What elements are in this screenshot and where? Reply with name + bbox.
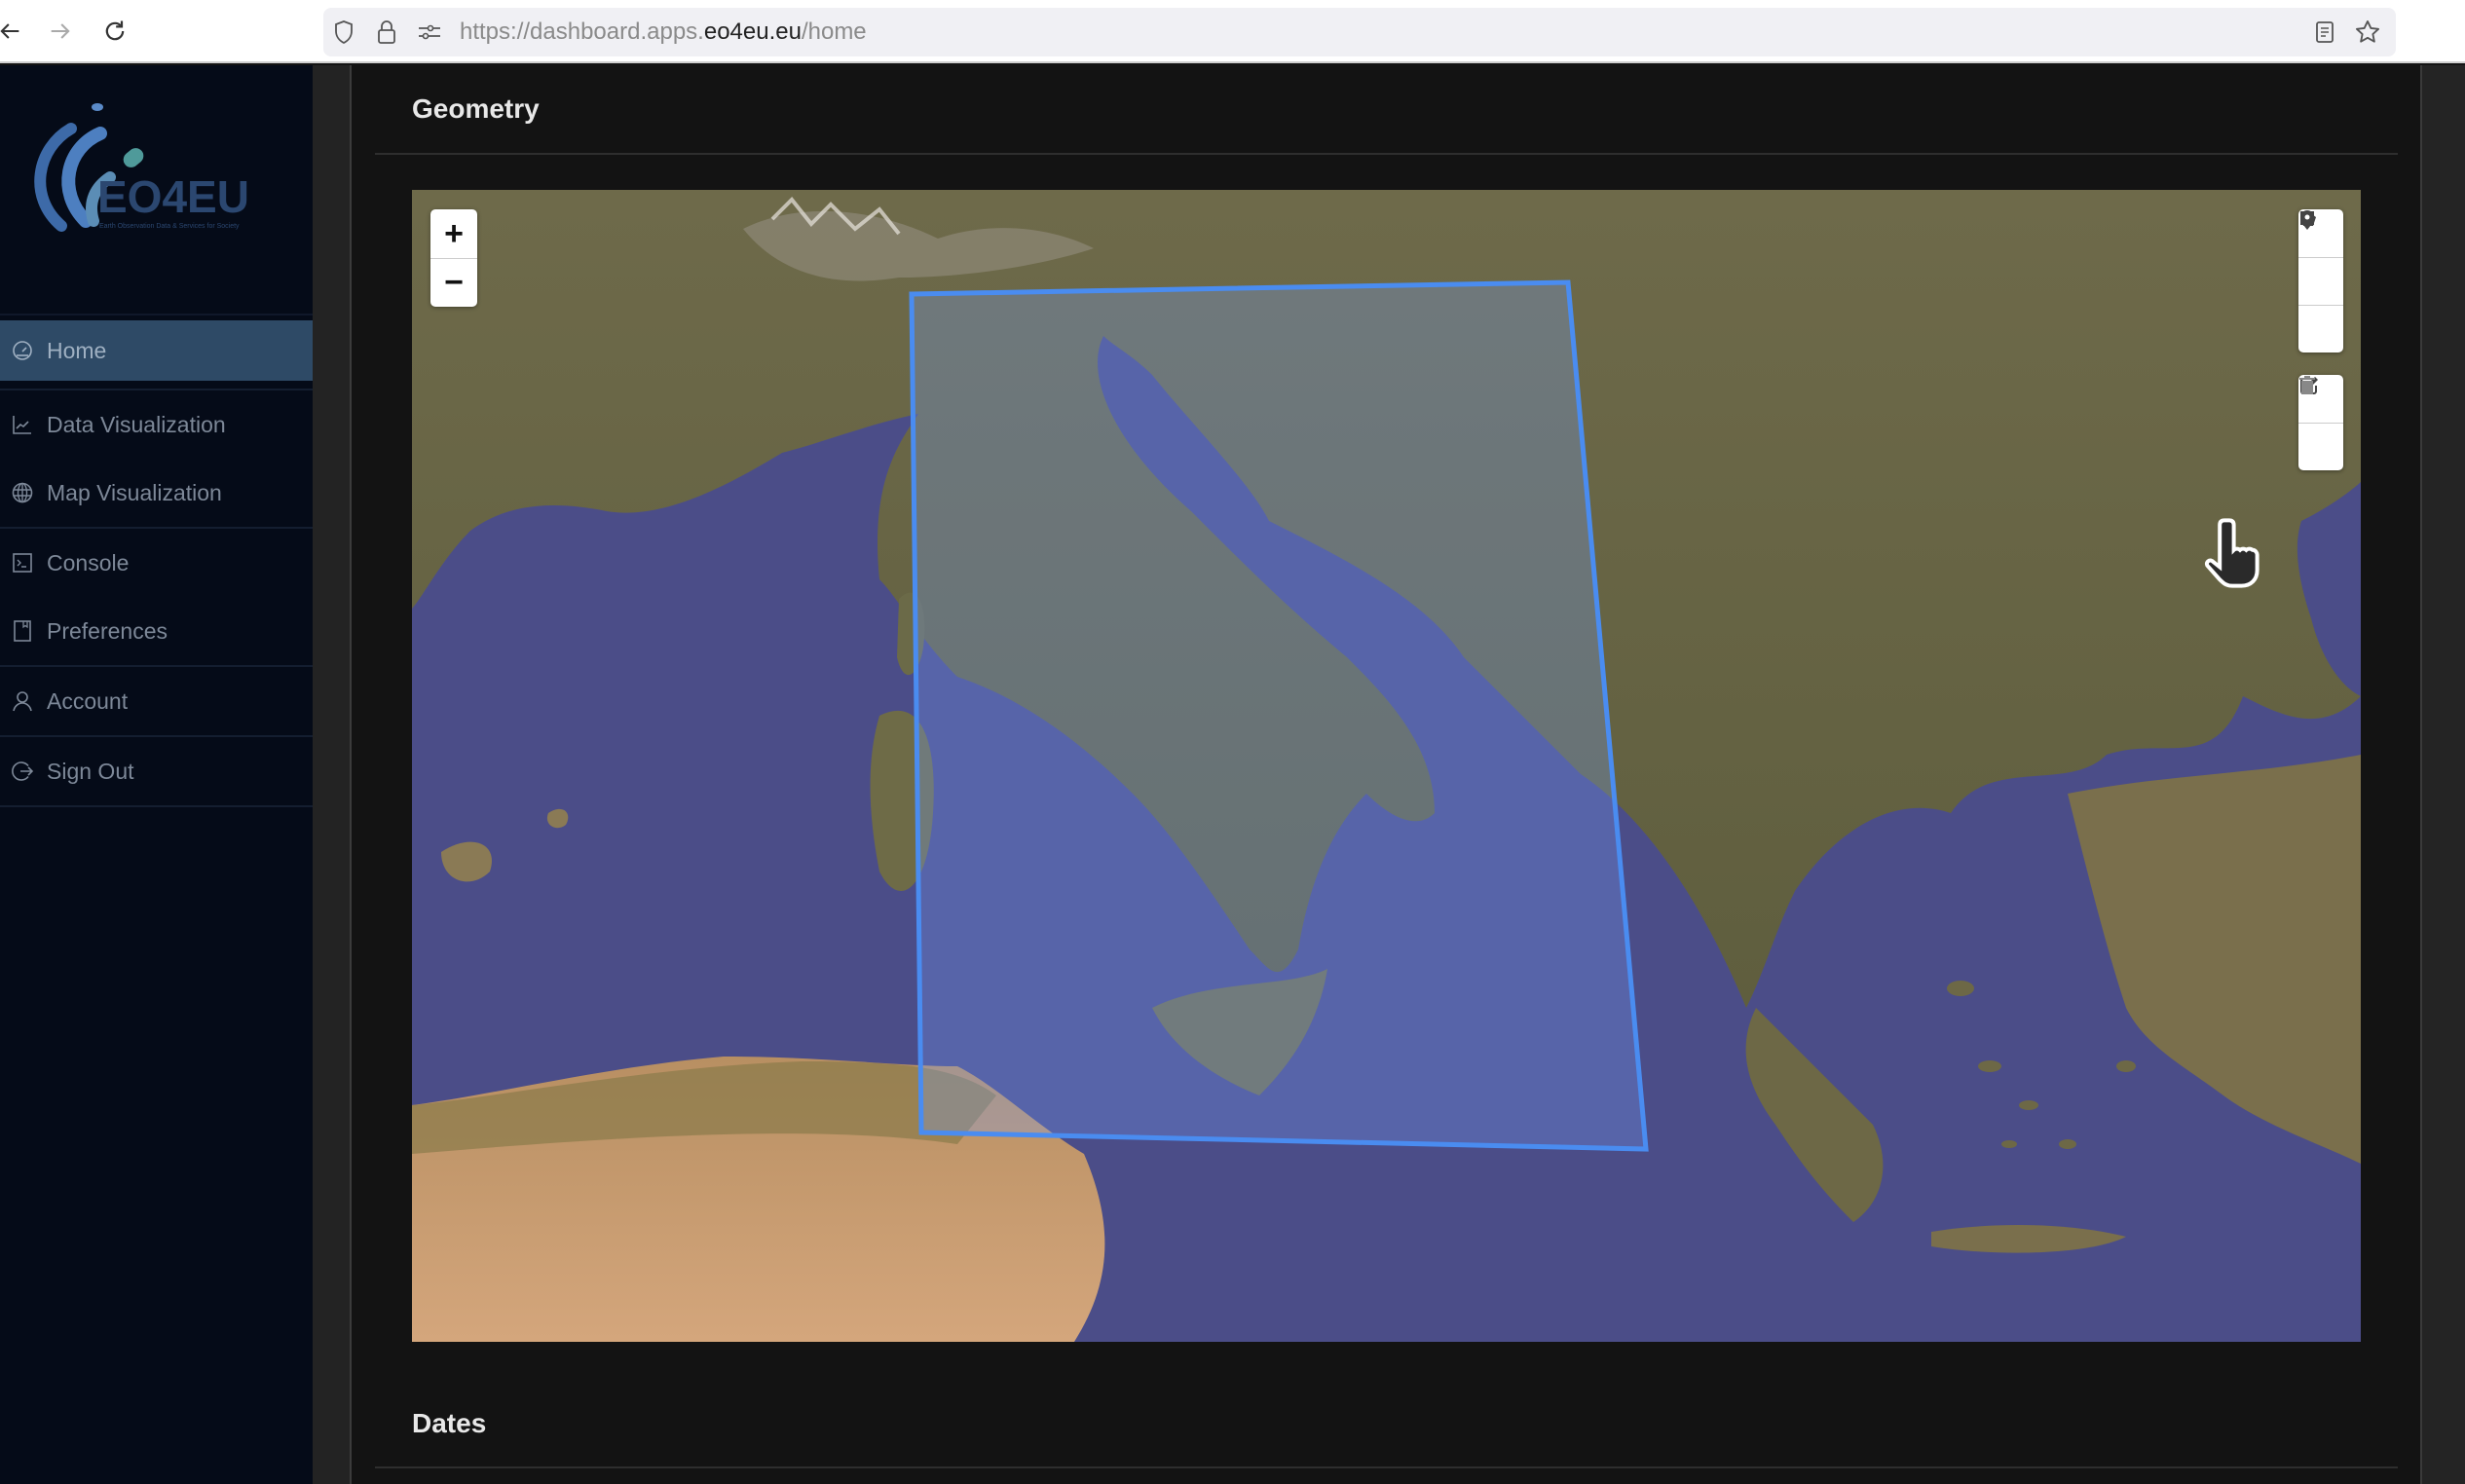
address-bar[interactable]: https://dashboard.apps.eo4eu.eu/home <box>323 8 2396 56</box>
reader-view-icon[interactable] <box>2310 18 2339 47</box>
sidebar-item-label: Console <box>47 549 130 575</box>
sidebar-item-label: Home <box>47 337 107 363</box>
logo-text: EO4EU <box>97 171 249 222</box>
sidebar-item-label: Data Visualization <box>47 411 226 437</box>
sidebar-item-label: Map Visualization <box>47 479 222 505</box>
sidebar-item-preferences[interactable]: Preferences <box>0 597 313 665</box>
draw-marker-button[interactable] <box>2298 210 2343 352</box>
edit-toolbar <box>2298 375 2343 470</box>
logo-tagline: Earth Observation Data & Services for So… <box>99 223 240 230</box>
sidebar-item-map-visualization[interactable]: Map Visualization <box>0 459 313 527</box>
forward-button[interactable] <box>43 14 78 49</box>
page-scrollbar[interactable] <box>2420 65 2465 1484</box>
sidebar-item-data-visualization[interactable]: Data Visualization <box>0 390 313 459</box>
eo4eu-logo[interactable]: EO4EU Earth Observation Data & Services … <box>18 90 300 245</box>
delete-layers-button[interactable] <box>2298 376 2343 470</box>
url-text[interactable]: https://dashboard.apps.eo4eu.eu/home <box>460 19 867 46</box>
browser-toolbar: https://dashboard.apps.eo4eu.eu/home <box>0 0 2465 63</box>
zoom-out-button[interactable]: − <box>430 258 477 307</box>
sidebar-item-console[interactable]: Console <box>0 529 313 597</box>
geometry-map[interactable]: + − <box>412 190 2361 1342</box>
bookmark-doc-icon <box>10 618 35 644</box>
menu-divider <box>0 805 313 807</box>
geometry-divider <box>375 153 2398 155</box>
sidebar-item-label: Account <box>47 687 129 714</box>
back-button[interactable] <box>0 14 27 49</box>
logo-divider <box>0 314 313 315</box>
forward-arrow-icon <box>51 23 70 39</box>
url-path: /home <box>801 19 867 45</box>
line-chart-icon <box>10 412 35 437</box>
lock-icon[interactable] <box>372 18 401 47</box>
back-arrow-icon <box>0 23 19 39</box>
reload-icon <box>105 20 125 41</box>
sidebar-gutter <box>313 65 350 1484</box>
reload-button[interactable] <box>97 14 132 49</box>
sidebar-item-sign-out[interactable]: Sign Out <box>0 737 313 805</box>
user-icon <box>10 688 35 714</box>
terminal-icon <box>10 550 35 575</box>
bookmark-star-icon[interactable] <box>2353 18 2382 47</box>
sidebar-item-account[interactable]: Account <box>0 667 313 735</box>
dates-title: Dates <box>412 1408 487 1438</box>
sidebar-menu: Home Data Visualization Map Visualizatio… <box>0 320 313 807</box>
draw-toolbar <box>2298 209 2343 352</box>
sidebar-item-label: Sign Out <box>47 758 134 784</box>
url-host: eo4eu.eu <box>703 19 802 45</box>
sign-out-icon <box>10 759 35 784</box>
geometry-title: Geometry <box>412 93 540 124</box>
shield-icon[interactable] <box>329 18 358 47</box>
dates-divider <box>375 1466 2398 1468</box>
permissions-icon[interactable] <box>415 18 444 47</box>
zoom-in-button[interactable]: + <box>430 209 477 258</box>
trash-icon <box>2299 376 2315 394</box>
dashboard-gauge-icon <box>10 338 35 363</box>
globe-icon <box>10 480 35 505</box>
sardinia <box>870 710 934 891</box>
sidebar: EO4EU Earth Observation Data & Services … <box>0 65 313 1484</box>
zoom-control: + − <box>430 209 477 307</box>
draw-rectangle-button[interactable] <box>2298 211 2343 305</box>
sidebar-item-home[interactable]: Home <box>0 320 313 381</box>
satellite-basemap <box>412 190 2361 1342</box>
sidebar-item-label: Preferences <box>47 617 168 644</box>
url-prefix: https://dashboard.apps. <box>460 19 704 45</box>
map-pin-icon <box>2300 210 2314 230</box>
